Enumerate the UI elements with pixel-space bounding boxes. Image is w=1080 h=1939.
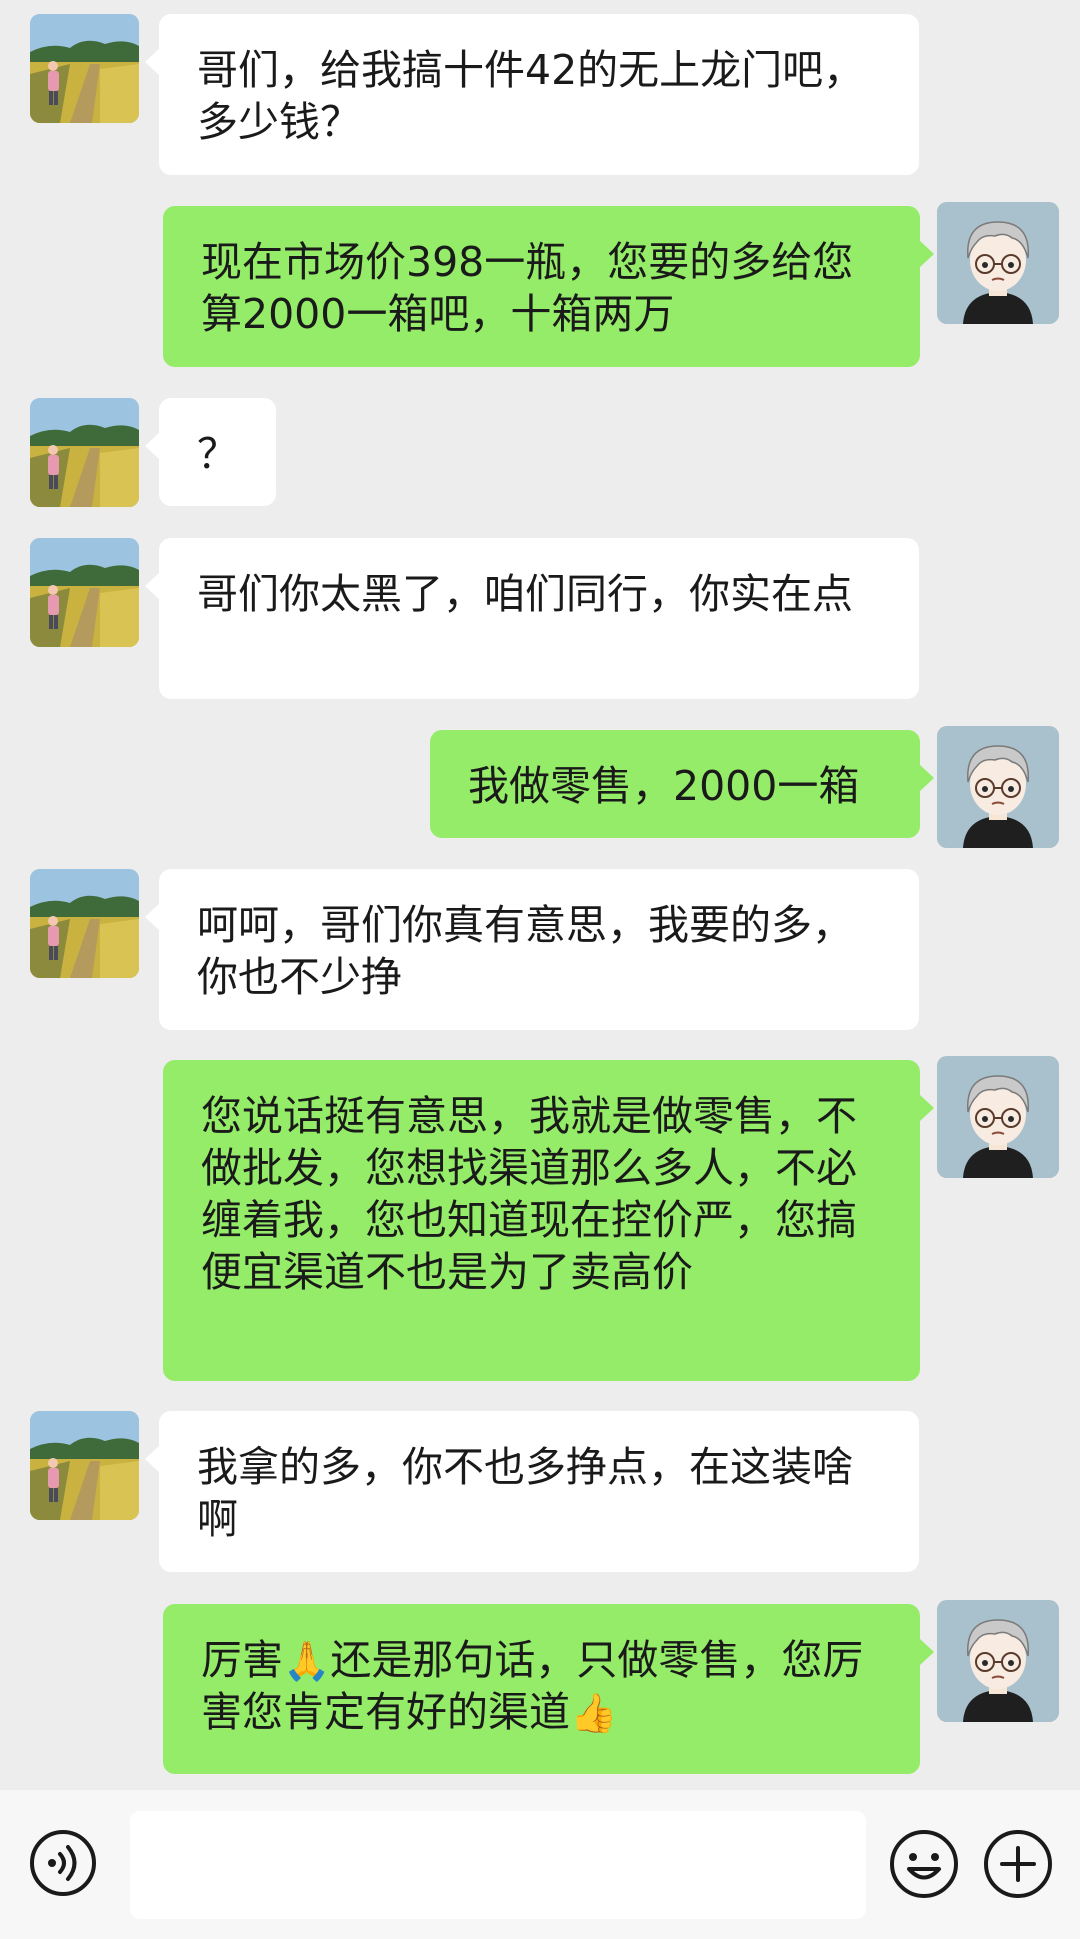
message-bubble-incoming[interactable]: 哥们你太黑了，咱们同行，你实在点 (145, 538, 919, 699)
message-bubble-outgoing[interactable]: 厉害🙏还是那句话，只做零售，您厉害您肯定有好的渠道👍 (163, 1604, 934, 1774)
emoji-smiley-icon[interactable] (888, 1828, 960, 1900)
message-bubble-incoming[interactable]: 我拿的多，你不也多挣点，在这装啥啊 (145, 1411, 919, 1572)
my-avatar[interactable] (937, 202, 1059, 324)
voice-input-icon[interactable] (28, 1828, 98, 1898)
chat-message-list: 哥们，给我搞十件42的无上龙门吧，多少钱？ 现在市场价398一瓶，您要的多给您算… (0, 0, 1080, 1790)
thumbs-up-emoji-icon: 👍 (570, 1691, 618, 1735)
message-bubble-outgoing[interactable]: 我做零售，2000一箱 (430, 730, 934, 838)
folded-hands-emoji-icon: 🙏 (283, 1639, 331, 1683)
message-bubble-incoming[interactable]: ？ (145, 398, 276, 506)
my-avatar[interactable] (937, 1600, 1059, 1722)
message-bubble-incoming[interactable]: 呵呵，哥们你真有意思，我要的多，你也不少挣 (145, 869, 919, 1030)
message-bubble-outgoing[interactable]: 现在市场价398一瓶，您要的多给您算2000一箱吧，十箱两万 (163, 206, 934, 367)
message-bubble-incoming[interactable]: 哥们，给我搞十件42的无上龙门吧，多少钱？ (145, 14, 919, 175)
my-avatar[interactable] (937, 726, 1059, 848)
contact-avatar[interactable] (30, 14, 139, 123)
contact-avatar[interactable] (30, 869, 139, 978)
contact-avatar[interactable] (30, 1411, 139, 1520)
contact-avatar[interactable] (30, 398, 139, 507)
message-input[interactable] (130, 1811, 866, 1919)
my-avatar[interactable] (937, 1056, 1059, 1178)
contact-avatar[interactable] (30, 538, 139, 647)
message-bubble-outgoing[interactable]: 您说话挺有意思，我就是做零售，不做批发，您想找渠道那么多人，不必缠着我，您也知道… (163, 1060, 934, 1381)
plus-more-icon[interactable] (982, 1828, 1054, 1900)
message-text: 厉害 (201, 1636, 283, 1684)
